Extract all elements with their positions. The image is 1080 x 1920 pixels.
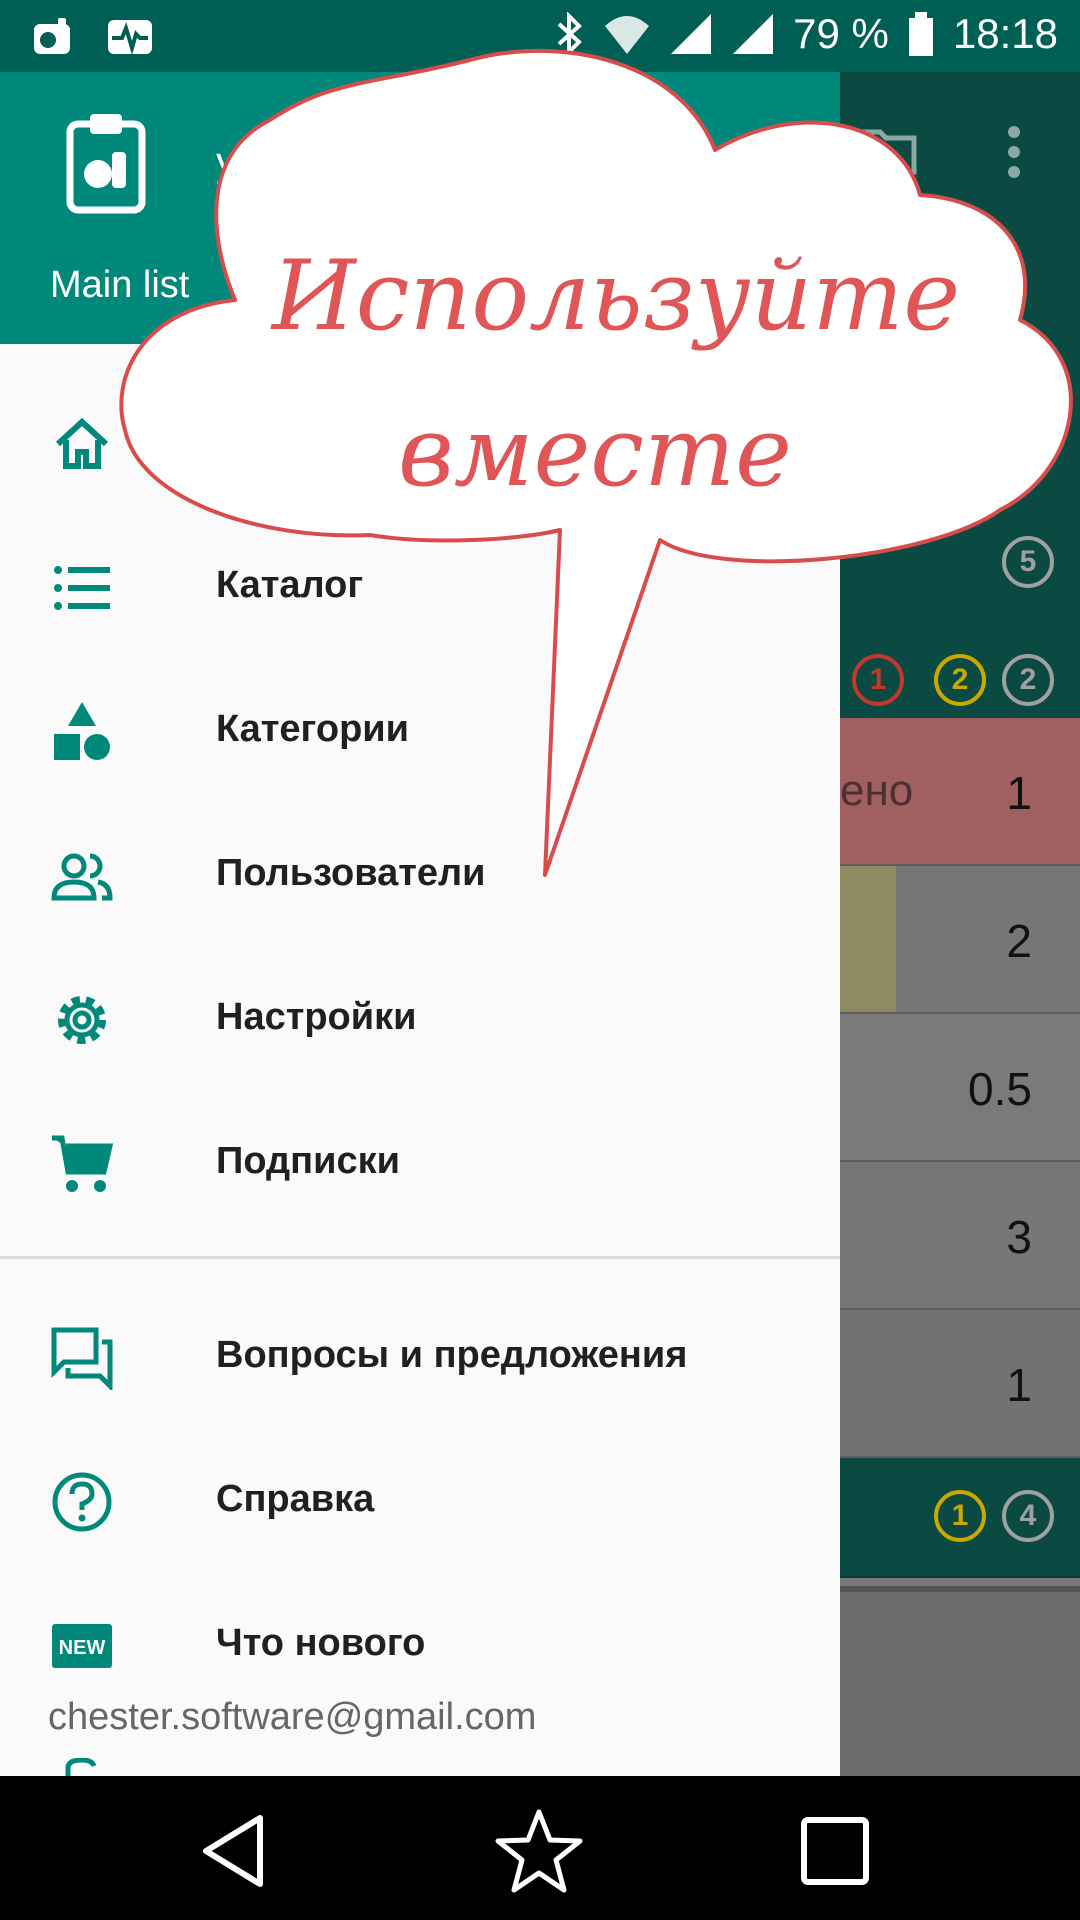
- home-icon: [55, 417, 109, 469]
- system-navigation-bar: [0, 1776, 1080, 1920]
- activity-icon: [108, 20, 152, 56]
- menu-item-whats-new[interactable]: NEW Что нового: [0, 1578, 840, 1708]
- list-footer: [840, 1586, 1080, 1782]
- folder-icon[interactable]: [856, 124, 918, 176]
- list-item[interactable]: ено 1: [840, 718, 1080, 866]
- menu-label: Каталог: [216, 564, 364, 606]
- app-logo-icon: [66, 114, 146, 214]
- menu-item-feedback[interactable]: Вопросы и предложения: [0, 1290, 840, 1420]
- svg-text:NEW: NEW: [59, 1637, 106, 1659]
- count-badge: 5: [1002, 536, 1054, 588]
- menu-item-categories[interactable]: Категории: [0, 664, 840, 794]
- logout-icon[interactable]: [62, 1758, 102, 1776]
- item-quantity: 2: [1006, 915, 1032, 967]
- menu-label: Справка: [216, 1478, 375, 1520]
- clock: 18:18: [952, 10, 1058, 57]
- count-badge: 2: [1002, 654, 1054, 706]
- recents-icon[interactable]: [790, 1806, 880, 1896]
- count-badge: 4: [1002, 1490, 1054, 1542]
- menu-label: Вопросы и предложения: [216, 1334, 688, 1376]
- item-quantity: 1: [1006, 1359, 1032, 1411]
- shopping-app-icon: [34, 18, 70, 54]
- group-row[interactable]: 5: [840, 504, 1080, 624]
- menu-item-catalog[interactable]: Каталог: [0, 520, 840, 650]
- signal-icon: [733, 14, 774, 54]
- battery-icon: [908, 12, 933, 56]
- count-badge: 1: [852, 654, 904, 706]
- menu-label: Пользователи: [216, 852, 486, 894]
- back-icon[interactable]: [190, 1806, 280, 1896]
- drawer-header[interactable]: у Main list: [0, 72, 840, 344]
- list-item[interactable]: 2: [840, 866, 1080, 1014]
- signal-icon: [671, 14, 712, 54]
- menu-item-home[interactable]: [0, 376, 840, 506]
- drawer-list-name: Main list: [50, 264, 190, 306]
- wifi-icon: [605, 16, 650, 54]
- star-icon[interactable]: [494, 1806, 584, 1896]
- count-badge: 1: [934, 1490, 986, 1542]
- item-status: ено: [840, 766, 914, 815]
- new-icon: NEW: [52, 1624, 112, 1668]
- more-options-icon[interactable]: [1000, 124, 1028, 180]
- menu-label: Настройки: [216, 996, 417, 1038]
- navigation-drawer: у Main list Каталог Категории Пользовате…: [0, 72, 840, 1776]
- list-item[interactable]: 0.5: [840, 1014, 1080, 1162]
- status-bar: 79 % 18:18: [0, 0, 1080, 72]
- menu-label: Что нового: [216, 1622, 426, 1664]
- cart-icon: [52, 1135, 114, 1192]
- list-item[interactable]: 1: [840, 1310, 1080, 1458]
- drawer-divider: [0, 1256, 840, 1259]
- group-row[interactable]: 1 4: [840, 1458, 1080, 1578]
- chat-icon: [51, 1327, 113, 1390]
- drawer-username: у: [216, 138, 237, 185]
- count-badge: 2: [934, 654, 986, 706]
- shapes-icon: [54, 702, 110, 760]
- menu-item-help[interactable]: Справка: [0, 1434, 840, 1564]
- list-item[interactable]: 3: [840, 1162, 1080, 1310]
- battery-percent: 79 %: [793, 10, 889, 57]
- menu-label: Подписки: [216, 1140, 400, 1182]
- menu-item-users[interactable]: Пользователи: [0, 808, 840, 938]
- menu-label: Категории: [216, 708, 410, 750]
- menu-item-settings[interactable]: Настройки: [0, 952, 840, 1082]
- menu-item-subscriptions[interactable]: Подписки: [0, 1096, 840, 1226]
- item-quantity: 0.5: [968, 1063, 1032, 1115]
- item-quantity: 1: [1006, 767, 1032, 819]
- list-icon: [54, 566, 110, 610]
- help-icon: [52, 1472, 112, 1532]
- gear-icon: [58, 996, 106, 1044]
- users-icon: [51, 853, 113, 901]
- drawer-account-email: chester.software@gmail.com: [48, 1696, 537, 1738]
- item-quantity: 3: [1006, 1211, 1032, 1263]
- bluetooth-icon: [557, 12, 583, 56]
